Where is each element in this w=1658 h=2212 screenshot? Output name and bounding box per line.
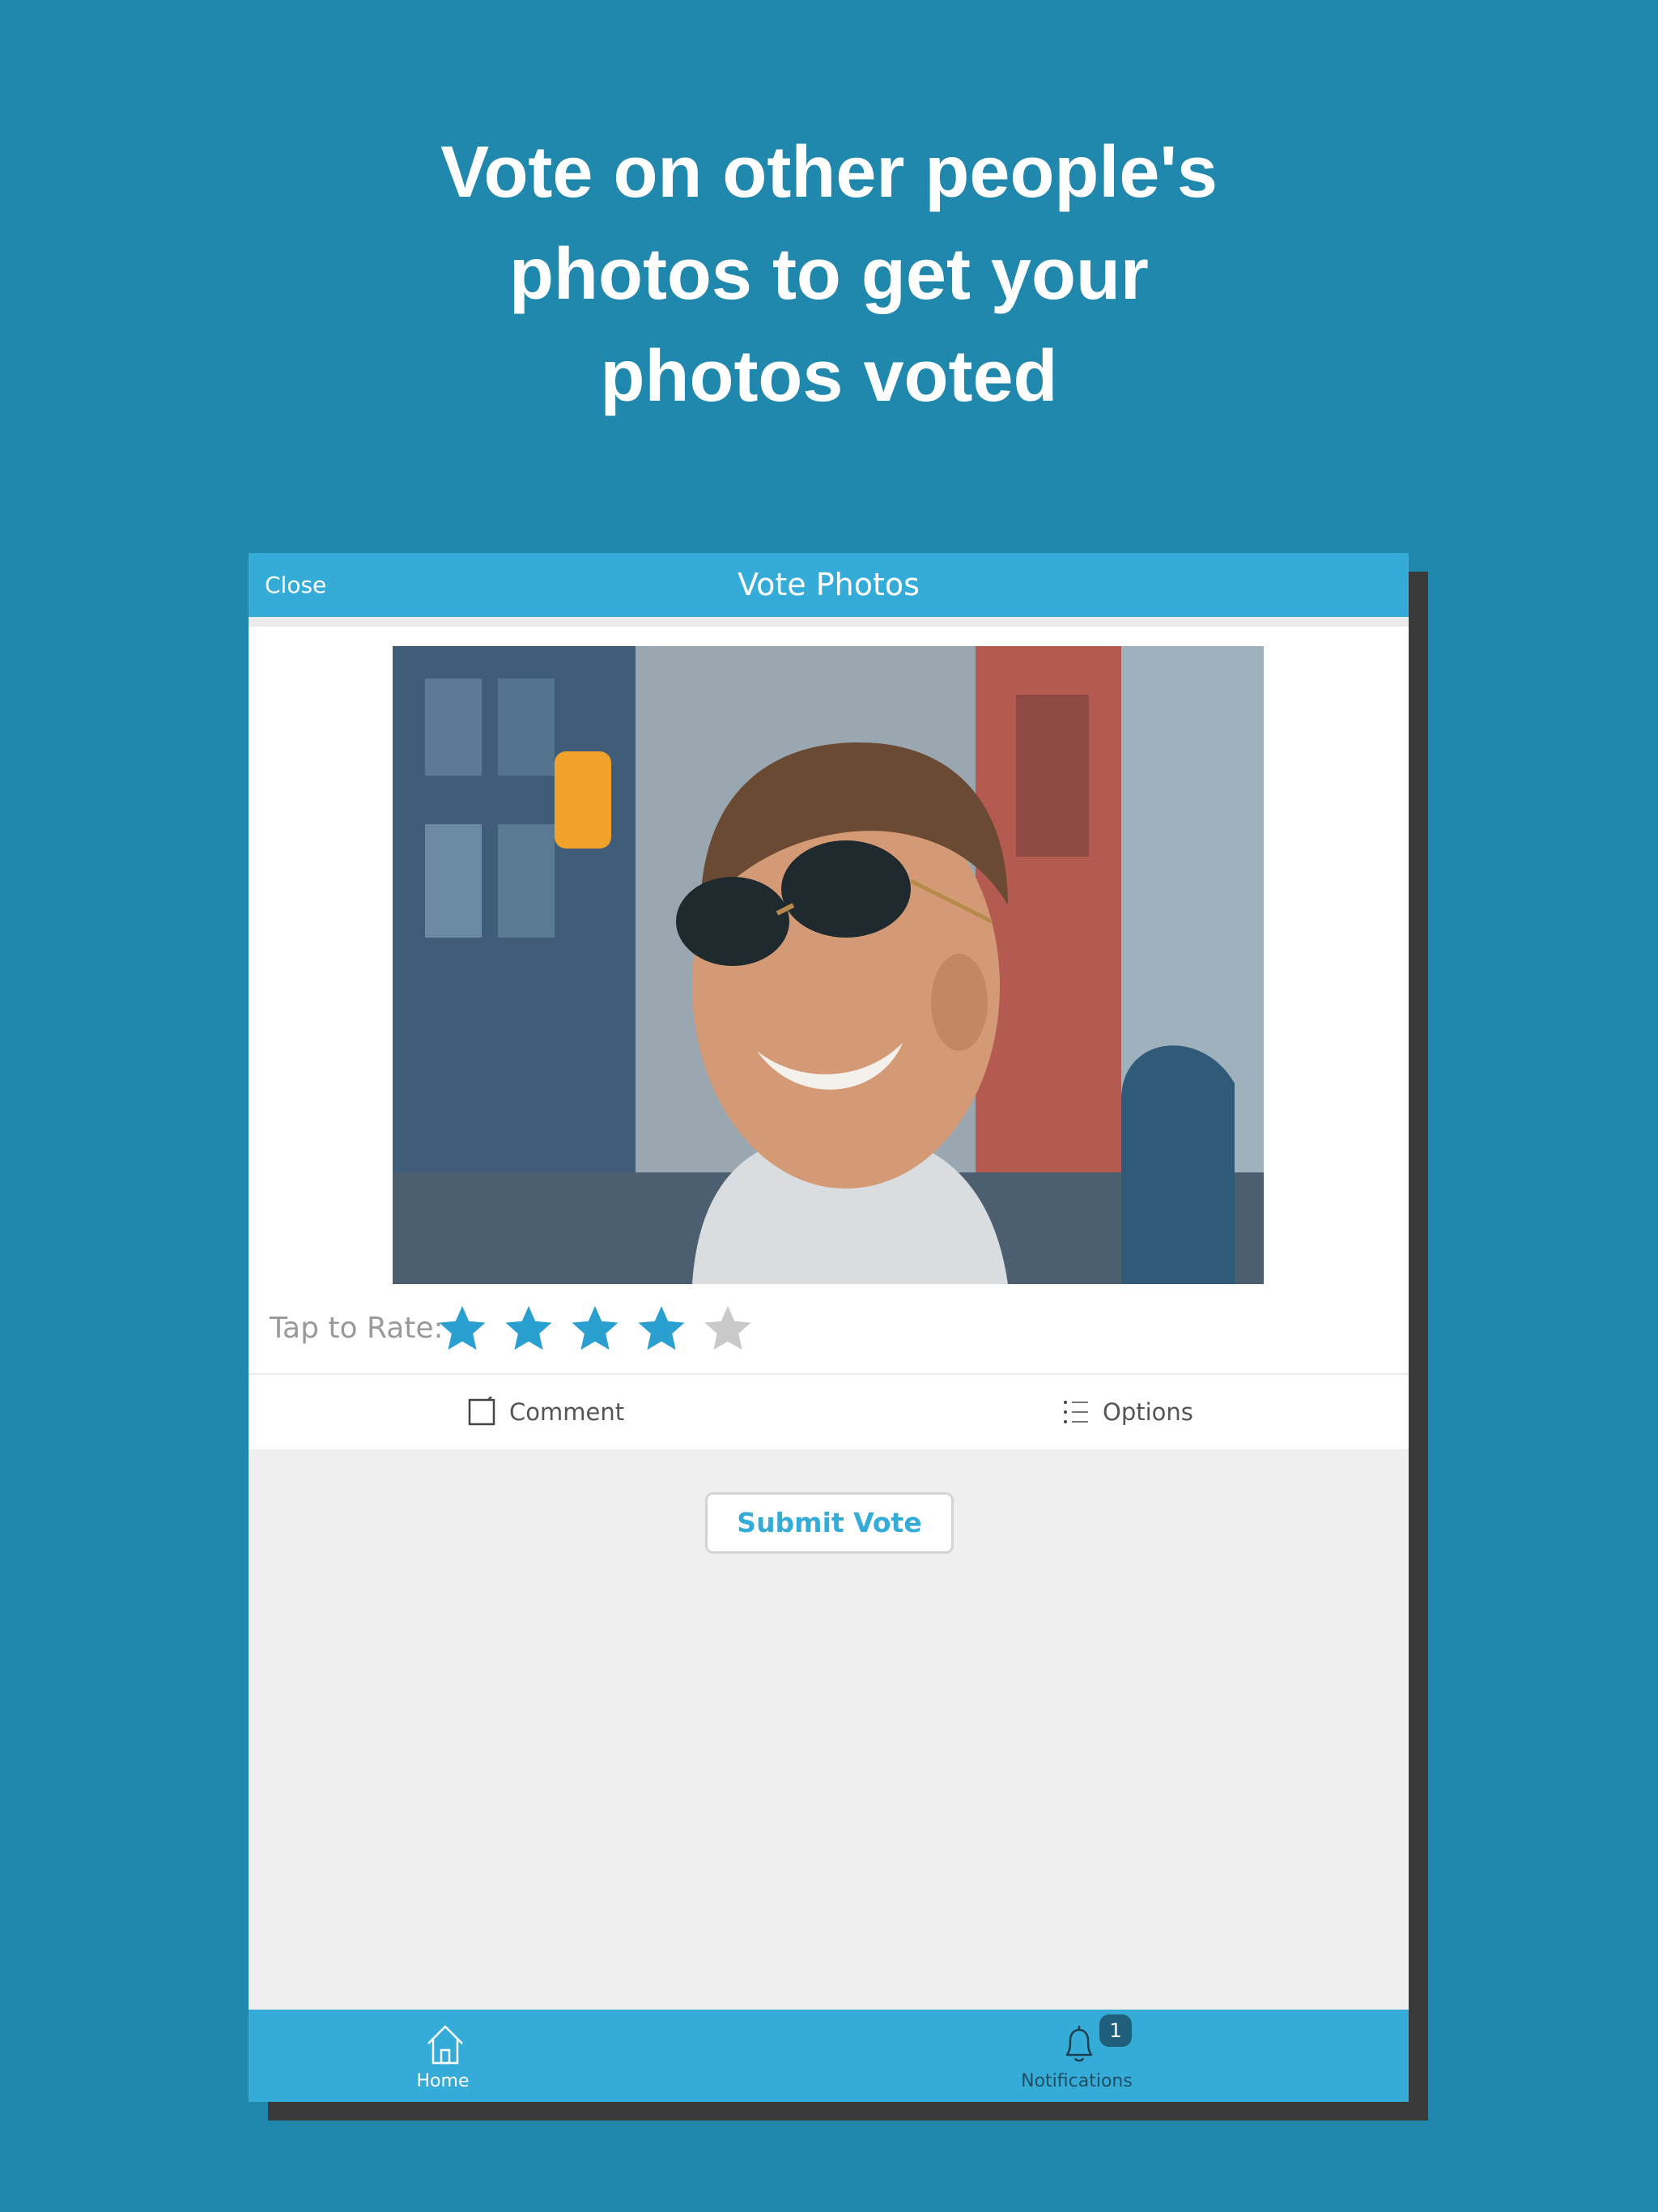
rating-label: Tap to Rate: [270, 1312, 444, 1345]
tab-notifications-label: Notifications [1021, 2071, 1133, 2091]
star-icon-3[interactable] [569, 1303, 621, 1355]
tab-me[interactable]: Me [1367, 2010, 1409, 2102]
notification-badge: 1 [1099, 2014, 1132, 2047]
app-screen: Vote Photos Close Tap to Rate: Comment O… [249, 553, 1409, 2102]
tab-home-label: Home [416, 2071, 470, 2091]
options-button[interactable]: Options [1061, 1375, 1193, 1449]
promo-line-3: photos voted [600, 336, 1058, 417]
bell-icon [1065, 2026, 1093, 2062]
tab-notifications[interactable]: 1 Notifications [980, 2010, 1174, 2102]
nav-divider [249, 617, 1409, 627]
star-icon-4[interactable] [636, 1303, 687, 1355]
promo-headline: Vote on other people's photos to get you… [0, 121, 1658, 428]
comment-label: Comment [509, 1398, 625, 1426]
tab-bar: Home 1 Notifications Me [249, 2010, 1409, 2102]
comment-button[interactable]: Comment [467, 1375, 624, 1449]
submit-vote-button[interactable]: Submit Vote [705, 1492, 954, 1554]
star-icon-2[interactable] [503, 1303, 555, 1355]
tab-me-label: Me [1367, 2071, 1409, 2091]
comment-icon [468, 1397, 495, 1426]
home-icon [427, 2025, 463, 2065]
list-icon [1064, 1401, 1088, 1423]
promo-line-2: photos to get your [509, 234, 1149, 315]
vote-card: Tap to Rate: Comment Options [249, 627, 1409, 1449]
star-icon-1[interactable] [436, 1303, 488, 1355]
tab-home[interactable]: Home [346, 2010, 540, 2102]
options-label: Options [1103, 1398, 1193, 1426]
photo-image [393, 646, 1264, 1284]
close-button[interactable]: Close [265, 553, 326, 617]
vote-photo [393, 646, 1264, 1284]
navigation-bar: Vote Photos Close [249, 553, 1409, 617]
star-rating[interactable] [436, 1284, 768, 1373]
promo-line-1: Vote on other people's [440, 132, 1218, 213]
action-divider [249, 1373, 1409, 1375]
page-title: Vote Photos [738, 567, 920, 602]
rating-row: Tap to Rate: [249, 1284, 1409, 1373]
star-icon-5[interactable] [702, 1303, 754, 1355]
